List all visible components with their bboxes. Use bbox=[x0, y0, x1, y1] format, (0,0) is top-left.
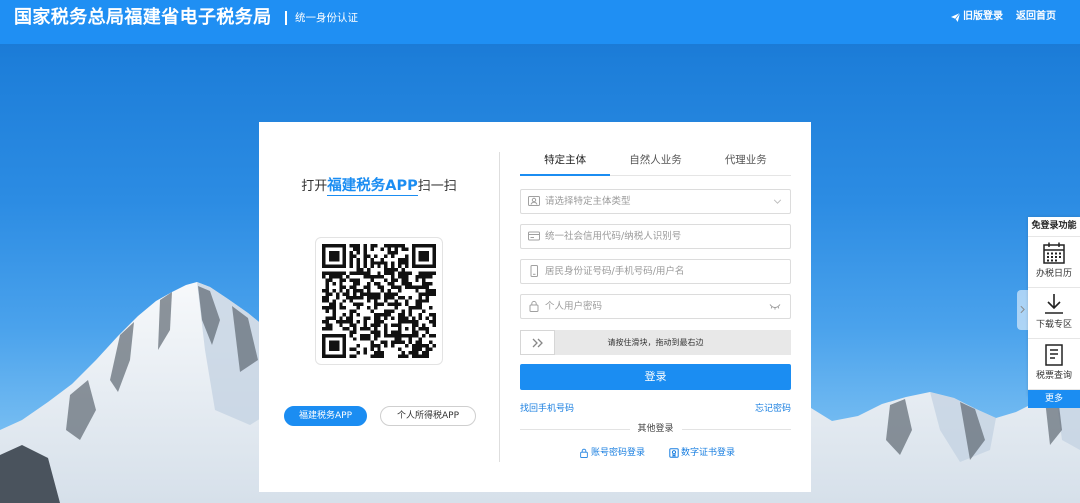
old-version-login-label: 旧版登录 bbox=[963, 11, 1003, 22]
account-input[interactable] bbox=[545, 260, 767, 283]
credit-code-input[interactable] bbox=[545, 225, 767, 248]
side-item-download-zone[interactable]: 下载专区 bbox=[1028, 292, 1080, 339]
qr-code-frame bbox=[315, 237, 443, 365]
side-panel-toggle[interactable] bbox=[1017, 290, 1028, 330]
tab-specific-entity[interactable]: 特定主体 bbox=[520, 148, 611, 176]
qr-scan-prompt: 打开福建税务APP扫一扫 bbox=[259, 176, 499, 196]
login-tabs: 特定主体 自然人业务 代理业务 bbox=[520, 148, 791, 176]
login-card: 打开福建税务APP扫一扫 福建税务APP 个人所得税APP 特定主体 自然人业务… bbox=[259, 122, 811, 492]
entity-type-placeholder: 请选择特定主体类型 bbox=[545, 196, 631, 207]
header-divider bbox=[285, 11, 287, 25]
side-item-tax-receipt-query[interactable]: 税票查询 bbox=[1028, 343, 1080, 390]
return-home-label: 返回首页 bbox=[1016, 11, 1056, 22]
digital-certificate-login-link[interactable]: 数字证书登录 bbox=[669, 446, 735, 460]
qr-prompt-suffix: 扫一扫 bbox=[417, 179, 457, 194]
paper-plane-icon bbox=[951, 12, 960, 22]
tab-agent-business[interactable]: 代理业务 bbox=[701, 148, 791, 175]
other-login-title: 其他登录 bbox=[629, 422, 682, 436]
slider-handle[interactable] bbox=[520, 330, 555, 355]
calendar-icon bbox=[1043, 242, 1065, 264]
account-password-login-label: 账号密码登录 bbox=[591, 448, 646, 458]
site-title: 国家税务总局福建省电子税务局 bbox=[14, 7, 272, 28]
login-button[interactable]: 登录 bbox=[520, 364, 791, 390]
site-subtitle: 统一身份认证 bbox=[295, 12, 358, 24]
return-home-link[interactable]: 返回首页 bbox=[1016, 9, 1056, 25]
phone-icon bbox=[530, 265, 538, 277]
id-card-icon bbox=[528, 231, 540, 241]
account-password-login-link[interactable]: 账号密码登录 bbox=[579, 446, 645, 460]
side-item-label: 下载专区 bbox=[1035, 320, 1072, 330]
slider-captcha-track: 请按住滑块，拖动到最右边 bbox=[520, 330, 791, 355]
tab-natural-person[interactable]: 自然人业务 bbox=[610, 148, 700, 175]
quick-access-title: 免登录功能 bbox=[1028, 217, 1080, 237]
digital-certificate-login-label: 数字证书登录 bbox=[681, 448, 736, 458]
quick-access-panel: 免登录功能 办税日历 下载专区 税票查询 更多 bbox=[1028, 217, 1080, 408]
other-login-divider: 其他登录 bbox=[520, 422, 791, 436]
document-icon bbox=[1045, 344, 1063, 366]
app-button-fujian-tax[interactable]: 福建税务APP bbox=[284, 406, 367, 426]
download-icon bbox=[1045, 294, 1063, 314]
qr-code bbox=[322, 244, 436, 358]
qr-prompt-app-name: 福建税务APP bbox=[327, 178, 418, 196]
side-item-label: 税票查询 bbox=[1035, 371, 1072, 381]
chevron-right-icon bbox=[1020, 305, 1025, 314]
forgot-password-link[interactable]: 忘记密码 bbox=[755, 402, 791, 416]
double-chevron-right-icon bbox=[532, 338, 543, 348]
top-header: 国家税务总局福建省电子税务局 统一身份认证 旧版登录 返回首页 bbox=[0, 0, 1080, 44]
eye-off-icon[interactable] bbox=[769, 303, 781, 310]
app-button-individual-income-tax[interactable]: 个人所得税APP bbox=[380, 406, 476, 426]
slider-captcha-hint: 请按住滑块，拖动到最右边 bbox=[607, 338, 704, 347]
qr-modules bbox=[322, 244, 436, 358]
account-field bbox=[520, 259, 791, 284]
side-item-label: 办税日历 bbox=[1035, 269, 1072, 279]
header-links: 旧版登录 返回首页 bbox=[938, 9, 1056, 25]
entity-type-select[interactable]: 请选择特定主体类型 bbox=[520, 189, 791, 214]
side-item-tax-calendar[interactable]: 办税日历 bbox=[1028, 241, 1080, 288]
old-version-login-link[interactable]: 旧版登录 bbox=[951, 9, 1003, 25]
qr-prompt-prefix: 打开 bbox=[301, 179, 328, 194]
user-card-icon bbox=[528, 196, 540, 206]
password-input[interactable] bbox=[545, 295, 767, 318]
recover-phone-link[interactable]: 找回手机号码 bbox=[520, 402, 574, 416]
chevron-down-icon bbox=[773, 199, 782, 204]
password-field bbox=[520, 294, 791, 319]
lock-icon bbox=[580, 448, 588, 458]
lock-icon bbox=[529, 300, 539, 312]
certificate-icon bbox=[669, 448, 679, 458]
side-more-button[interactable]: 更多 bbox=[1028, 390, 1080, 408]
credit-code-field bbox=[520, 224, 791, 249]
card-divider bbox=[499, 152, 500, 462]
